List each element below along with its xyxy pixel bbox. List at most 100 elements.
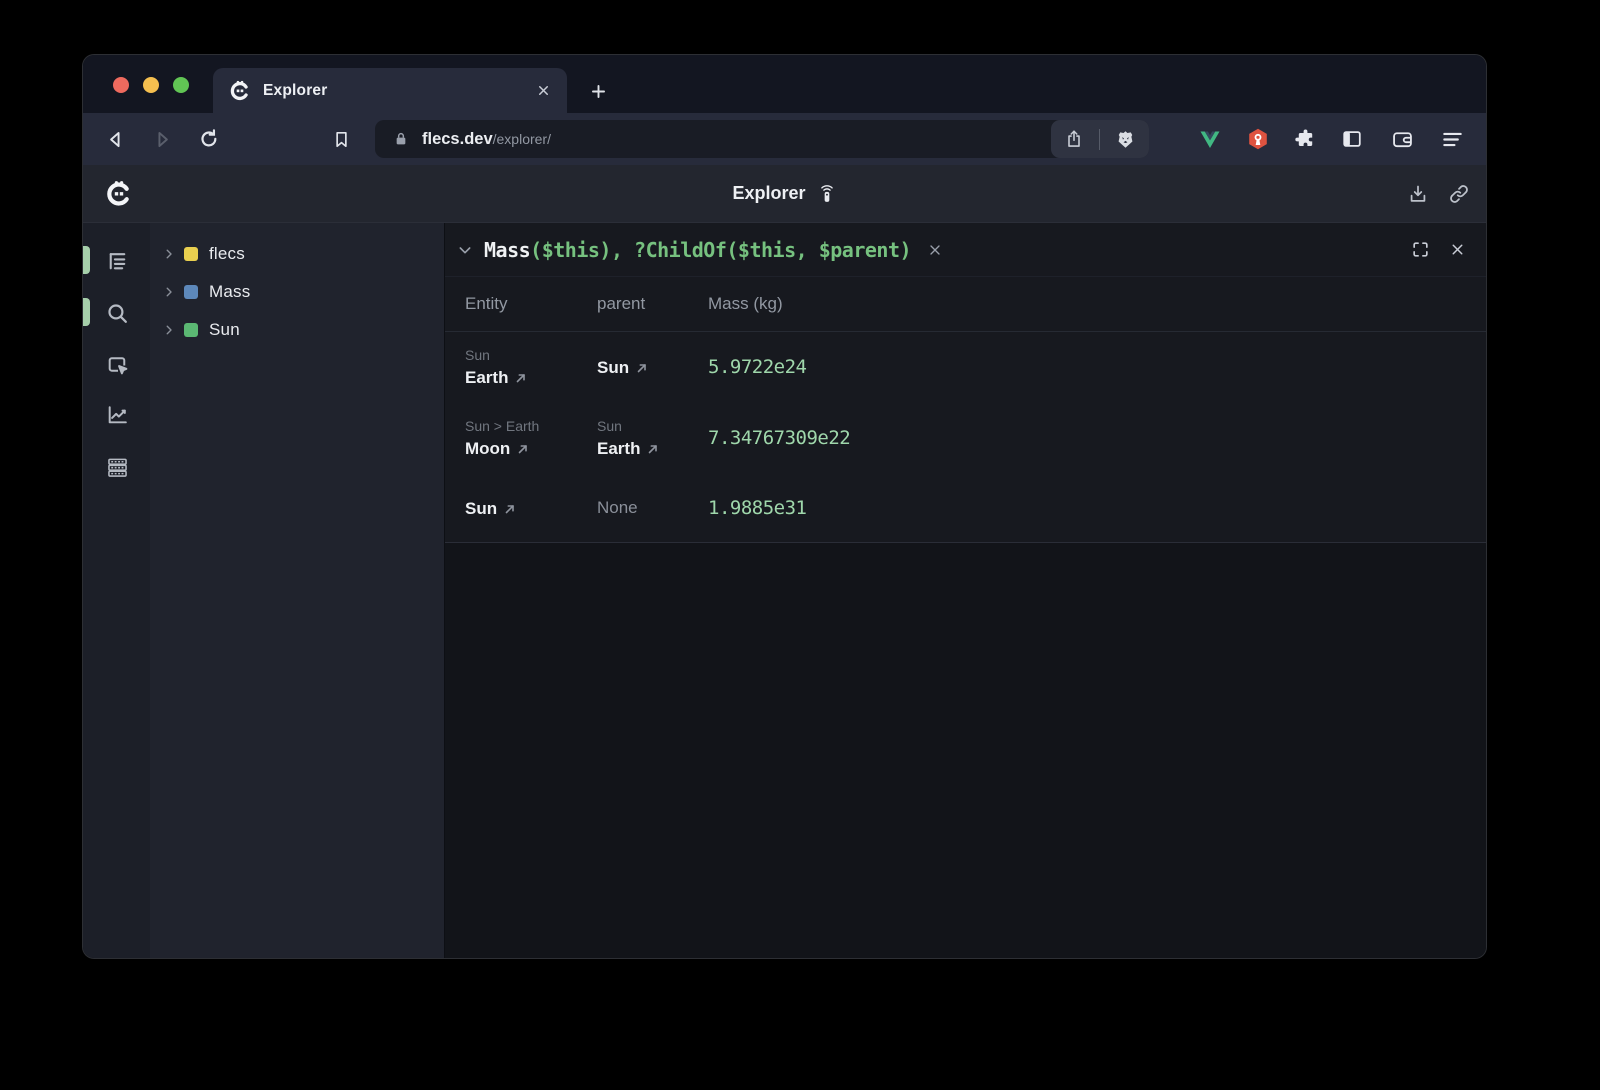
share-icon[interactable]: [1064, 129, 1084, 149]
tab-strip: Explorer: [83, 55, 1486, 113]
close-panel-icon[interactable]: [1449, 241, 1466, 258]
chevron-right-icon[interactable]: [163, 324, 175, 336]
brave-shield-icon[interactable]: [1115, 129, 1136, 150]
parent-link[interactable]: Sun: [597, 355, 648, 380]
external-link-icon: [517, 443, 529, 455]
minimize-window-button[interactable]: [143, 77, 159, 93]
query-expression[interactable]: Mass($this), ?ChildOf($this, $parent): [484, 238, 911, 262]
link-icon[interactable]: [1444, 179, 1474, 209]
tab-close-icon[interactable]: [536, 83, 551, 98]
stats-chart-icon[interactable]: [100, 397, 134, 431]
menu-icon[interactable]: [1436, 123, 1468, 155]
entity-name: Sun: [465, 496, 497, 521]
app-header: Explorer: [83, 165, 1486, 223]
query-panel: Mass($this), ?ChildOf($this, $parent): [445, 223, 1486, 543]
entity-cell: Sun > Earth Moon: [465, 402, 597, 474]
url-path: /explorer/: [493, 131, 551, 147]
download-icon[interactable]: [1403, 179, 1433, 209]
table-row: Sun Earth Sun 5.9722e24: [445, 332, 1486, 402]
entity-tree-panel: flecs Mass Sun: [150, 223, 445, 958]
flecs-logo-icon: [105, 180, 133, 208]
hexagon-extension-icon[interactable]: [1242, 123, 1274, 155]
active-panel-indicator: [83, 298, 90, 326]
app-title-text: Explorer: [732, 183, 805, 204]
query-bar: Mass($this), ?ChildOf($this, $parent): [445, 223, 1486, 277]
left-icon-rail: [83, 223, 150, 958]
parent-parent-path: Sun: [597, 416, 708, 436]
entity-parent-path: Sun: [465, 345, 597, 365]
query-term-name: Mass: [484, 238, 530, 262]
traffic-lights: [113, 77, 189, 93]
page-title: Explorer: [732, 165, 836, 222]
table-row: Sun > Earth Moon Sun Earth 7.34767309e22: [445, 402, 1486, 474]
entity-name: Moon: [465, 436, 510, 461]
remote-connection-icon[interactable]: [817, 184, 837, 204]
active-panel-indicator: [83, 246, 90, 274]
column-header-entity: Entity: [465, 294, 597, 314]
url-domain: flecs.dev: [422, 130, 493, 148]
query-panel-actions: [1411, 240, 1466, 259]
sidebar-toggle-icon[interactable]: [1336, 123, 1368, 155]
parent-name: Sun: [597, 355, 629, 380]
parent-name: Earth: [597, 436, 640, 461]
entity-link[interactable]: Moon: [465, 436, 529, 461]
parent-none: None: [597, 498, 708, 518]
clear-query-icon[interactable]: [924, 239, 946, 261]
mass-value: 1.9885e31: [708, 474, 1486, 542]
entity-link[interactable]: Sun: [465, 496, 516, 521]
external-link-icon: [504, 503, 516, 515]
app-body: flecs Mass Sun: [83, 223, 1486, 958]
extensions-puzzle-icon[interactable]: [1289, 123, 1321, 155]
reload-button[interactable]: [193, 123, 225, 155]
tree-item-sun[interactable]: Sun: [150, 311, 444, 349]
entity-link[interactable]: Earth: [465, 365, 527, 390]
entity-cell: Sun Earth: [465, 332, 597, 402]
table-row: Sun None 1.9885e31: [445, 474, 1486, 542]
external-link-icon: [515, 372, 527, 384]
forward-button[interactable]: [146, 123, 178, 155]
tree-item-label: flecs: [209, 244, 245, 264]
wallet-icon[interactable]: [1386, 123, 1418, 155]
flecs-favicon-icon: [229, 80, 251, 102]
tab-title: Explorer: [263, 82, 536, 100]
inspector-icon[interactable]: [100, 348, 134, 382]
new-tab-button[interactable]: [583, 76, 613, 106]
tree-item-flecs[interactable]: flecs: [150, 235, 444, 273]
fullscreen-icon[interactable]: [1411, 240, 1430, 259]
chevron-down-icon[interactable]: [457, 242, 473, 258]
search-icon[interactable]: [100, 296, 134, 330]
tree-item-label: Sun: [209, 320, 240, 340]
query-term-args: ($this), ?ChildOf($this, $parent): [530, 238, 911, 262]
url-bar[interactable]: flecs.dev/explorer/: [375, 120, 1149, 158]
parent-cell: Sun: [597, 332, 708, 402]
parent-cell: Sun Earth: [597, 402, 708, 474]
external-link-icon: [636, 362, 648, 374]
vue-devtools-extension-icon[interactable]: [1194, 123, 1226, 155]
parent-link[interactable]: Earth: [597, 436, 659, 461]
lock-icon[interactable]: [393, 131, 409, 147]
column-header-mass: Mass (kg): [708, 294, 1486, 314]
bookmark-icon[interactable]: [325, 123, 357, 155]
column-header-parent: parent: [597, 294, 708, 314]
browser-window: Explorer: [83, 55, 1486, 958]
memory-rows-icon[interactable]: [100, 450, 134, 484]
chevron-right-icon[interactable]: [163, 248, 175, 260]
tree-view-icon[interactable]: [100, 244, 134, 278]
tree-item-label: Mass: [209, 282, 250, 302]
header-actions: [1403, 165, 1474, 222]
tree-item-mass[interactable]: Mass: [150, 273, 444, 311]
toolbar-separator: [1099, 129, 1101, 150]
browser-tab-explorer[interactable]: Explorer: [213, 68, 567, 113]
chevron-right-icon[interactable]: [163, 286, 175, 298]
url-text: flecs.dev/explorer/: [422, 129, 551, 149]
back-button[interactable]: [99, 123, 131, 155]
results-header-row: Entity parent Mass (kg): [445, 277, 1486, 332]
url-actions-group: [1051, 120, 1150, 158]
browser-toolbar: flecs.dev/explorer/: [83, 113, 1486, 165]
entity-name: Earth: [465, 365, 508, 390]
zoom-window-button[interactable]: [173, 77, 189, 93]
entity-color-swatch: [184, 323, 198, 337]
parent-cell: None: [597, 474, 708, 542]
close-window-button[interactable]: [113, 77, 129, 93]
mass-value: 7.34767309e22: [708, 402, 1486, 474]
